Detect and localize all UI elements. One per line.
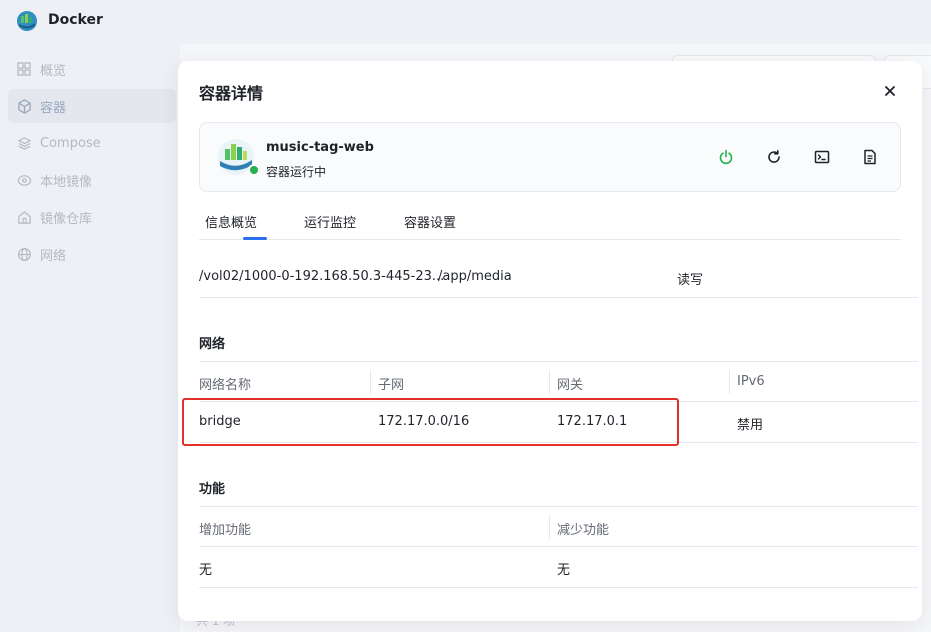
docker-logo-icon: [17, 11, 37, 31]
sidebar-item-label: 网络: [40, 248, 67, 264]
sidebar-item-label: Compose: [40, 135, 101, 151]
container-name: music-tag-web: [266, 140, 374, 155]
highlight-annotation-box: [182, 398, 679, 446]
sidebar-item-compose[interactable]: Compose: [8, 126, 176, 160]
app-title: Docker: [48, 12, 103, 28]
sidebar: 概览 容器 Compose 本地镜像 镜像仓库 网络: [0, 44, 180, 632]
title-bar: Docker: [0, 0, 931, 44]
column-divider: [370, 370, 371, 394]
power-button[interactable]: [716, 147, 736, 167]
container-detail-dialog: 容器详情 music-tag-web 容器运行中 信息概览 运行监控 容器设置 …: [178, 61, 922, 621]
capabilities-table-header: 增加功能 减少功能: [199, 506, 918, 547]
column-header: 子网: [378, 378, 405, 393]
power-icon: [719, 149, 733, 165]
cube-icon: [16, 98, 32, 114]
active-tab-indicator: [243, 237, 267, 240]
refresh-icon: [768, 150, 780, 163]
mount-host-path: /vol02/1000-0-192.168.50.3-445-23...: [199, 269, 445, 284]
sidebar-item-containers[interactable]: 容器: [8, 89, 176, 123]
column-header: IPv6: [737, 374, 765, 389]
close-icon: [885, 86, 895, 96]
mount-row: /vol02/1000-0-192.168.50.3-445-23... /ap…: [199, 260, 918, 298]
sidebar-item-registry[interactable]: 镜像仓库: [8, 200, 176, 234]
column-divider: [549, 370, 550, 394]
tab-monitoring[interactable]: 运行监控: [304, 212, 356, 231]
sidebar-item-local-images[interactable]: 本地镜像: [8, 163, 176, 197]
sidebar-item-label: 镜像仓库: [40, 211, 93, 227]
ipv6-cell: 禁用: [737, 418, 764, 433]
capabilities-section-title: 功能: [199, 482, 226, 497]
sidebar-item-overview[interactable]: 概览: [8, 52, 176, 86]
sidebar-item-network[interactable]: 网络: [8, 237, 176, 271]
grid-icon: [16, 61, 32, 77]
dialog-title: 容器详情: [199, 84, 264, 103]
layers-icon: [16, 135, 32, 151]
tab-overview[interactable]: 信息概览: [205, 212, 257, 231]
restart-button[interactable]: [764, 147, 784, 167]
sidebar-item-label: 本地镜像: [40, 174, 93, 190]
network-table-header: 网络名称 子网 网关 IPv6: [199, 361, 918, 402]
running-status-dot: [248, 164, 260, 176]
mount-mode: 读写: [677, 273, 704, 288]
column-divider: [549, 515, 550, 539]
container-status: 容器运行中: [266, 165, 327, 179]
globe-icon: [16, 246, 32, 262]
logs-button[interactable]: [860, 147, 880, 167]
container-summary-card: music-tag-web 容器运行中: [199, 122, 901, 192]
close-button[interactable]: [880, 81, 900, 101]
home-icon: [16, 209, 32, 225]
network-section-title: 网络: [199, 337, 226, 352]
mount-container-path: /app/media: [438, 269, 512, 284]
dropped-capabilities-cell: 无: [557, 563, 571, 578]
column-header: 网络名称: [199, 378, 252, 393]
disk-icon: [16, 172, 32, 188]
table-row: 无 无: [199, 547, 918, 588]
column-header: 网关: [557, 378, 584, 393]
detail-tabs: 信息概览 运行监控 容器设置: [199, 204, 901, 240]
sidebar-item-label: 概览: [40, 63, 67, 79]
terminal-button[interactable]: [812, 147, 832, 167]
column-divider: [729, 370, 730, 394]
column-header: 增加功能: [199, 523, 252, 538]
sidebar-item-label: 容器: [40, 100, 67, 116]
tab-settings[interactable]: 容器设置: [404, 212, 456, 231]
terminal-icon: [814, 150, 830, 164]
added-capabilities-cell: 无: [199, 563, 213, 578]
log-document-icon: [864, 149, 876, 165]
column-header: 减少功能: [557, 523, 610, 538]
